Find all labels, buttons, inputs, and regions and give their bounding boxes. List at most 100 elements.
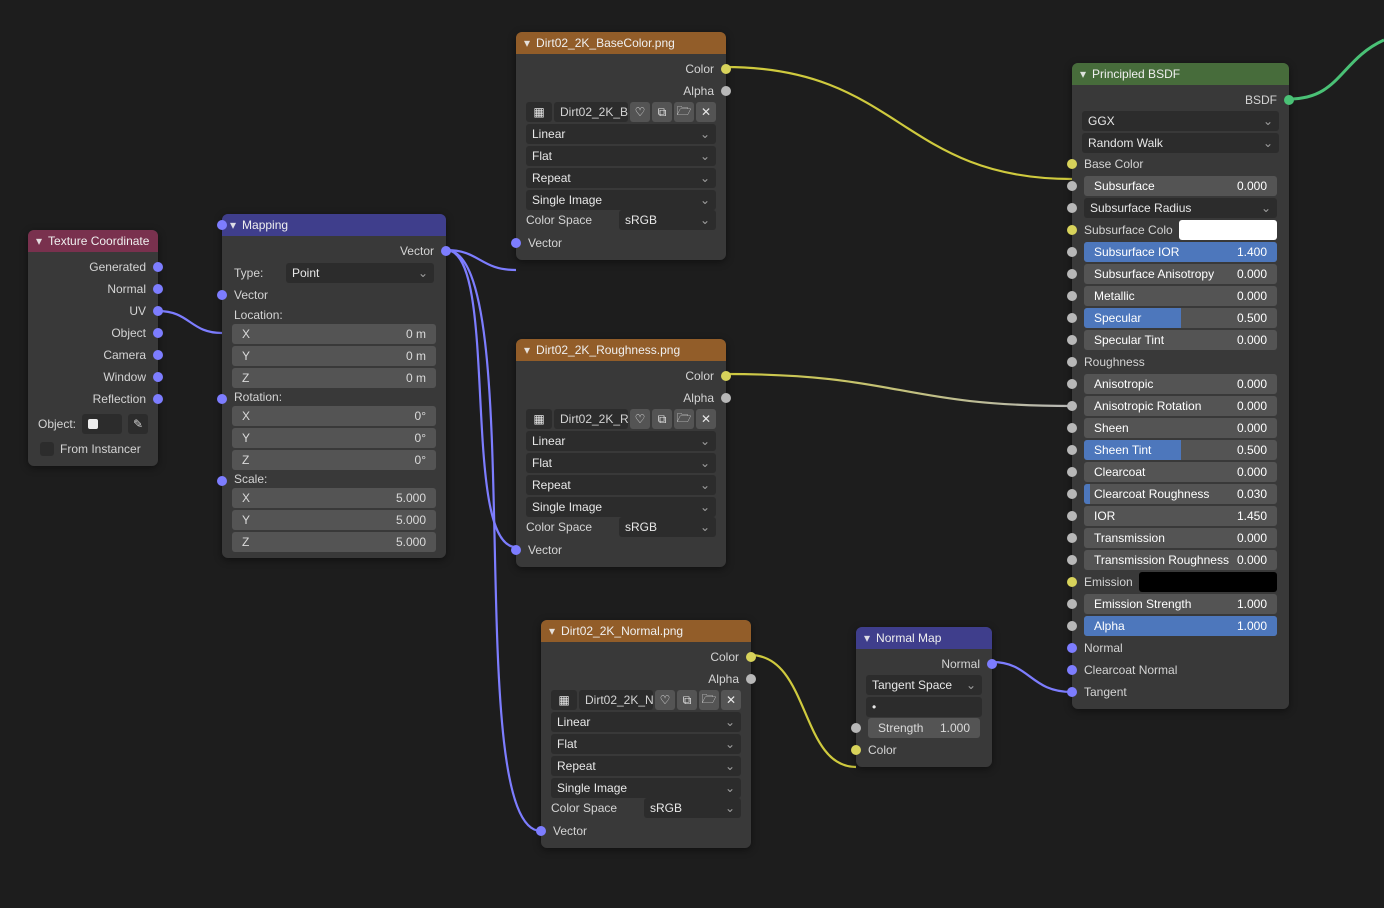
output-vector[interactable]: Vector [222, 240, 446, 262]
extension-select[interactable]: Repeat⌄ [526, 475, 716, 495]
input-specular-tint[interactable]: Specular Tint0.000 [1072, 329, 1289, 351]
input-ior[interactable]: IOR1.450 [1072, 505, 1289, 527]
unlink-image-button[interactable]: ✕ [696, 409, 716, 429]
fake-user-button[interactable]: ♡ [630, 102, 650, 122]
location-z[interactable]: Z0 m [232, 368, 436, 388]
output-camera[interactable]: Camera [28, 344, 158, 366]
input-tangent[interactable]: Tangent [1072, 681, 1289, 703]
fake-user-button[interactable]: ♡ [630, 409, 650, 429]
location-y[interactable]: Y0 m [232, 346, 436, 366]
extension-select[interactable]: Repeat⌄ [551, 756, 741, 776]
unlink-image-button[interactable]: ✕ [721, 690, 741, 710]
open-image-button[interactable]: 🗁 [674, 102, 694, 122]
projection-select[interactable]: Flat⌄ [526, 453, 716, 473]
interpolation-select[interactable]: Linear⌄ [526, 124, 716, 144]
image-name[interactable]: Dirt02_2K_Nor… [579, 690, 653, 710]
input-normal[interactable]: Normal [1072, 637, 1289, 659]
image-name[interactable]: Dirt02_2K_Base… [554, 102, 628, 122]
input-subsurface-colo[interactable]: Subsurface Colo [1072, 219, 1289, 241]
input-subsurface[interactable]: Subsurface0.000 [1072, 175, 1289, 197]
output-color[interactable]: Color [541, 646, 751, 668]
input-emission[interactable]: Emission [1072, 571, 1289, 593]
space-select[interactable]: Tangent Space⌄ [866, 675, 982, 695]
output-object[interactable]: Object [28, 322, 158, 344]
node-header[interactable]: ▾ Texture Coordinate [28, 230, 158, 252]
output-reflection[interactable]: Reflection [28, 388, 158, 410]
node-normal-map[interactable]: ▾Normal Map Normal Tangent Space⌄ • Stre… [856, 627, 992, 767]
output-uv[interactable]: UV [28, 300, 158, 322]
output-normal[interactable]: Normal [856, 653, 992, 675]
input-subsurface-radius[interactable]: Subsurface Radius⌄ [1072, 197, 1289, 219]
image-browse[interactable]: ▦ [526, 102, 552, 122]
open-image-button[interactable]: 🗁 [699, 690, 719, 710]
input-sheen-tint[interactable]: Sheen Tint0.500 [1072, 439, 1289, 461]
source-select[interactable]: Single Image⌄ [551, 778, 741, 798]
output-window[interactable]: Window [28, 366, 158, 388]
source-select[interactable]: Single Image⌄ [526, 497, 716, 517]
unlink-image-button[interactable]: ✕ [696, 102, 716, 122]
input-vector[interactable]: Vector [516, 232, 726, 254]
type-select[interactable]: Point⌄ [286, 263, 434, 283]
image-name[interactable]: Dirt02_2K_Roug… [554, 409, 628, 429]
from-instancer-row[interactable]: From Instancer [28, 438, 158, 460]
distribution-select[interactable]: GGX⌄ [1082, 111, 1279, 131]
output-generated[interactable]: Generated [28, 256, 158, 278]
output-normal[interactable]: Normal [28, 278, 158, 300]
node-header[interactable]: ▾Dirt02_2K_Roughness.png [516, 339, 726, 361]
open-image-button[interactable]: 🗁 [674, 409, 694, 429]
new-image-button[interactable]: ⧉ [677, 690, 697, 710]
node-image-roughness[interactable]: ▾Dirt02_2K_Roughness.png Color Alpha ▦ D… [516, 339, 726, 567]
output-bsdf[interactable]: BSDF [1072, 89, 1289, 111]
input-anisotropic-rotation[interactable]: Anisotropic Rotation0.000 [1072, 395, 1289, 417]
output-color[interactable]: Color [516, 365, 726, 387]
extension-select[interactable]: Repeat⌄ [526, 168, 716, 188]
node-principled-bsdf[interactable]: ▾Principled BSDF BSDF GGX⌄ Random Walk⌄ … [1072, 63, 1289, 709]
projection-select[interactable]: Flat⌄ [551, 734, 741, 754]
input-subsurface-anisotropy[interactable]: Subsurface Anisotropy0.000 [1072, 263, 1289, 285]
input-metallic[interactable]: Metallic0.000 [1072, 285, 1289, 307]
input-transmission-roughness[interactable]: Transmission Roughness0.000 [1072, 549, 1289, 571]
eyedropper-icon[interactable]: ✎ [128, 414, 148, 434]
colorspace-select[interactable]: sRGB⌄ [644, 798, 741, 818]
interpolation-select[interactable]: Linear⌄ [526, 431, 716, 451]
fake-user-button[interactable]: ♡ [655, 690, 675, 710]
input-anisotropic[interactable]: Anisotropic0.000 [1072, 373, 1289, 395]
output-color[interactable]: Color [516, 58, 726, 80]
output-alpha[interactable]: Alpha [541, 668, 751, 690]
input-color[interactable]: Color [856, 739, 992, 761]
input-base-color[interactable]: Base Color [1072, 153, 1289, 175]
input-clearcoat-roughness[interactable]: Clearcoat Roughness0.030 [1072, 483, 1289, 505]
input-strength[interactable]: Strength1.000 [856, 717, 992, 739]
node-header[interactable]: ▾Dirt02_2K_Normal.png [541, 620, 751, 642]
rotation-z[interactable]: Z0° [232, 450, 436, 470]
input-transmission[interactable]: Transmission0.000 [1072, 527, 1289, 549]
input-clearcoat[interactable]: Clearcoat0.000 [1072, 461, 1289, 483]
rotation-x[interactable]: X0° [232, 406, 436, 426]
node-header[interactable]: ▾Principled BSDF [1072, 63, 1289, 85]
new-image-button[interactable]: ⧉ [652, 409, 672, 429]
node-header[interactable]: ▾ Mapping [222, 214, 446, 236]
uvmap-select[interactable]: • [866, 697, 982, 717]
output-alpha[interactable]: Alpha [516, 387, 726, 409]
new-image-button[interactable]: ⧉ [652, 102, 672, 122]
scale-x[interactable]: X5.000 [232, 488, 436, 508]
node-header[interactable]: ▾Normal Map [856, 627, 992, 649]
input-emission-strength[interactable]: Emission Strength1.000 [1072, 593, 1289, 615]
input-sheen[interactable]: Sheen0.000 [1072, 417, 1289, 439]
node-texture-coordinate[interactable]: ▾ Texture Coordinate Generated Normal UV… [28, 230, 158, 466]
location-x[interactable]: X0 m [232, 324, 436, 344]
input-subsurface-ior[interactable]: Subsurface IOR1.400 [1072, 241, 1289, 263]
sss-method-select[interactable]: Random Walk⌄ [1082, 133, 1279, 153]
image-browse[interactable]: ▦ [551, 690, 577, 710]
node-image-normal[interactable]: ▾Dirt02_2K_Normal.png Color Alpha ▦ Dirt… [541, 620, 751, 848]
input-vector[interactable]: Vector [222, 284, 446, 306]
node-header[interactable]: ▾Dirt02_2K_BaseColor.png [516, 32, 726, 54]
output-alpha[interactable]: Alpha [516, 80, 726, 102]
projection-select[interactable]: Flat⌄ [526, 146, 716, 166]
interpolation-select[interactable]: Linear⌄ [551, 712, 741, 732]
scale-z[interactable]: Z5.000 [232, 532, 436, 552]
input-clearcoat-normal[interactable]: Clearcoat Normal [1072, 659, 1289, 681]
node-mapping[interactable]: ▾ Mapping Vector Type: Point⌄ Vector Loc… [222, 214, 446, 558]
object-field[interactable] [82, 414, 122, 434]
scale-y[interactable]: Y5.000 [232, 510, 436, 530]
